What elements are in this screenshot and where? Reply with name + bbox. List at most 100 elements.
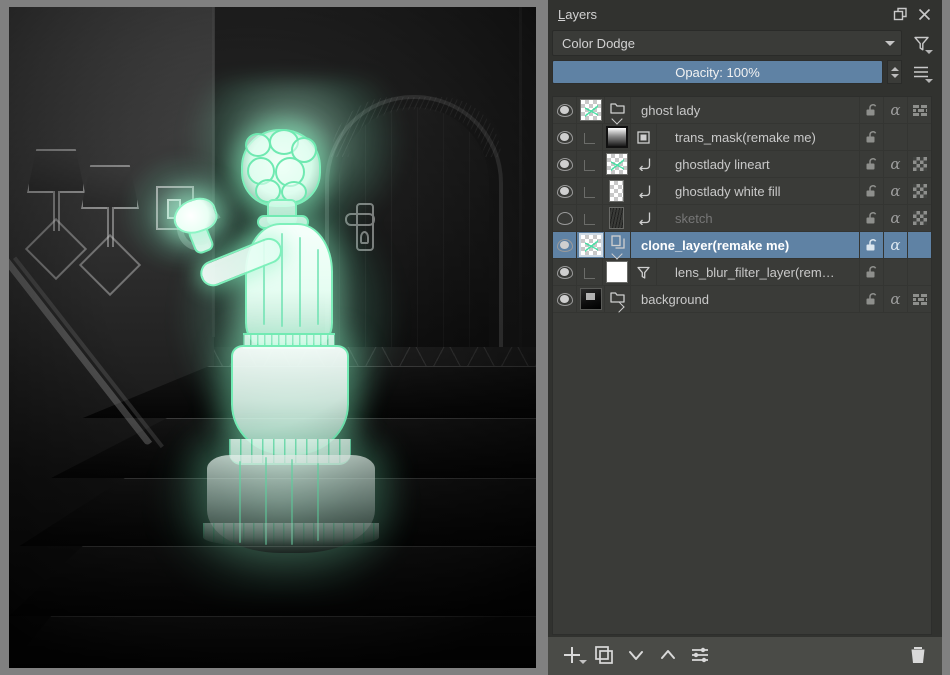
layer-properties-button[interactable] — [684, 641, 716, 671]
layer-row[interactable]: clone_layer(remake me) α — [553, 232, 931, 259]
move-layer-down-button[interactable] — [620, 641, 652, 671]
tree-branch-icon — [584, 160, 595, 171]
layer-visibility-toggle[interactable] — [553, 232, 577, 259]
layers-docker: Layers Color Dodge — [548, 0, 942, 675]
layer-thumbnail-cell[interactable] — [603, 124, 631, 151]
layer-row[interactable]: sketch α — [553, 205, 931, 232]
layer-lock-toggle[interactable] — [859, 97, 883, 124]
eye-icon — [557, 131, 573, 144]
layer-style-toggle[interactable] — [907, 178, 931, 205]
layer-row[interactable]: ghostlady lineart α — [553, 151, 931, 178]
layer-lock-toggle[interactable] — [859, 205, 883, 232]
group-layer-icon — [605, 97, 631, 124]
layer-style-toggle[interactable] — [907, 124, 931, 151]
layer-name[interactable]: clone_layer(remake me) — [631, 238, 859, 253]
layer-lock-toggle[interactable] — [859, 151, 883, 178]
canvas-area[interactable] — [0, 0, 548, 675]
layer-name[interactable]: lens_blur_filter_layer(rem… — [657, 265, 859, 280]
layer-alpha-inherit-toggle[interactable]: α — [883, 151, 907, 178]
layer-row[interactable]: trans_mask(remake me) — [553, 124, 931, 151]
chevron-down-icon — [925, 50, 933, 54]
layer-thumbnail-cell[interactable] — [577, 286, 605, 313]
layer-thumbnail-cell[interactable] — [603, 151, 631, 178]
layer-style-toggle[interactable] — [907, 259, 931, 286]
layer-visibility-toggle[interactable] — [553, 97, 577, 124]
artwork-canvas[interactable] — [9, 7, 536, 668]
chevron-down-icon — [626, 645, 646, 668]
layer-list[interactable]: ghost lady α trans_mask(remake me) ghostlad… — [552, 96, 932, 635]
move-layer-up-button[interactable] — [652, 641, 684, 671]
layer-row[interactable]: background α — [553, 286, 931, 313]
layer-style-toggle[interactable] — [907, 97, 931, 124]
layer-style-toggle[interactable] — [907, 286, 931, 313]
layer-visibility-toggle[interactable] — [553, 259, 577, 286]
layer-name[interactable]: background — [631, 292, 859, 307]
duplicate-layer-button[interactable] — [588, 641, 620, 671]
tree-branch-icon — [584, 133, 595, 144]
paint-layer-icon — [631, 205, 657, 232]
layer-style-toggle[interactable] — [907, 205, 931, 232]
layer-visibility-toggle[interactable] — [553, 205, 577, 232]
layer-thumbnail-cell[interactable] — [603, 178, 631, 205]
layer-lock-toggle[interactable] — [859, 178, 883, 205]
opacity-slider[interactable]: Opacity: 100% — [552, 60, 883, 84]
chevron-down-icon[interactable] — [579, 660, 587, 664]
chevron-down-icon[interactable] — [613, 250, 622, 255]
layer-style-toggle[interactable] — [907, 232, 931, 259]
layer-row[interactable]: ghost lady α — [553, 97, 931, 124]
layer-alpha-inherit-toggle[interactable]: α — [883, 97, 907, 124]
window-right-gutter — [942, 0, 950, 675]
layer-lock-toggle[interactable] — [859, 259, 883, 286]
eye-icon — [557, 239, 573, 252]
opacity-row: Opacity: 100% — [548, 58, 942, 86]
layer-alpha-inherit-toggle[interactable] — [883, 124, 907, 151]
filter-funnel-icon[interactable] — [906, 29, 936, 57]
ghost-figure — [185, 127, 395, 547]
layer-row[interactable]: ghostlady white fill α — [553, 178, 931, 205]
layer-visibility-toggle[interactable] — [553, 178, 577, 205]
layer-name[interactable]: trans_mask(remake me) — [657, 130, 859, 145]
layer-lock-toggle[interactable] — [859, 286, 883, 313]
spinner-down-icon[interactable] — [891, 74, 899, 78]
add-layer-button[interactable] — [556, 641, 588, 671]
plus-icon — [562, 645, 582, 668]
clone-layer-icon — [605, 232, 631, 259]
close-icon[interactable] — [912, 2, 936, 26]
layer-thumbnail-cell[interactable] — [577, 232, 605, 259]
layer-style-toggle[interactable] — [907, 151, 931, 178]
layer-lock-toggle[interactable] — [859, 232, 883, 259]
layer-thumbnail-cell[interactable] — [577, 97, 605, 124]
spinner-up-icon[interactable] — [891, 67, 899, 71]
layer-thumbnail-cell[interactable] — [603, 205, 631, 232]
layer-toolbar — [548, 637, 942, 675]
layer-thumbnail-cell[interactable] — [603, 259, 631, 286]
layer-lock-toggle[interactable] — [859, 124, 883, 151]
layer-name[interactable]: sketch — [657, 211, 859, 226]
opacity-stepper[interactable] — [887, 60, 902, 84]
chevron-right-icon[interactable] — [613, 304, 622, 309]
layer-visibility-toggle[interactable] — [553, 151, 577, 178]
layer-visibility-toggle[interactable] — [553, 124, 577, 151]
blend-mode-value: Color Dodge — [562, 36, 885, 51]
layer-name[interactable]: ghost lady — [631, 103, 859, 118]
paint-layer-icon — [631, 178, 657, 205]
hamburger-menu-icon[interactable] — [906, 58, 936, 86]
blend-mode-row: Color Dodge — [548, 28, 942, 58]
docker-title-rest: ayers — [565, 7, 597, 22]
layer-alpha-inherit-toggle[interactable]: α — [883, 232, 907, 259]
layer-name[interactable]: ghostlady lineart — [657, 157, 859, 172]
float-window-icon[interactable] — [888, 2, 912, 26]
transparency-mask-icon — [631, 124, 657, 151]
layer-row[interactable]: lens_blur_filter_layer(rem… — [553, 259, 931, 286]
chevron-down-icon[interactable] — [613, 115, 622, 120]
opacity-value-text: Opacity: 100% — [675, 65, 760, 80]
delete-layer-button[interactable] — [902, 641, 934, 671]
blend-mode-combobox[interactable]: Color Dodge — [552, 30, 902, 56]
layer-alpha-inherit-toggle[interactable]: α — [883, 286, 907, 313]
layer-alpha-inherit-toggle[interactable]: α — [883, 205, 907, 232]
layer-alpha-inherit-toggle[interactable]: α — [883, 178, 907, 205]
layer-name[interactable]: ghostlady white fill — [657, 184, 859, 199]
layer-visibility-toggle[interactable] — [553, 286, 577, 313]
layer-alpha-inherit-toggle[interactable] — [883, 259, 907, 286]
eye-icon — [557, 293, 573, 306]
